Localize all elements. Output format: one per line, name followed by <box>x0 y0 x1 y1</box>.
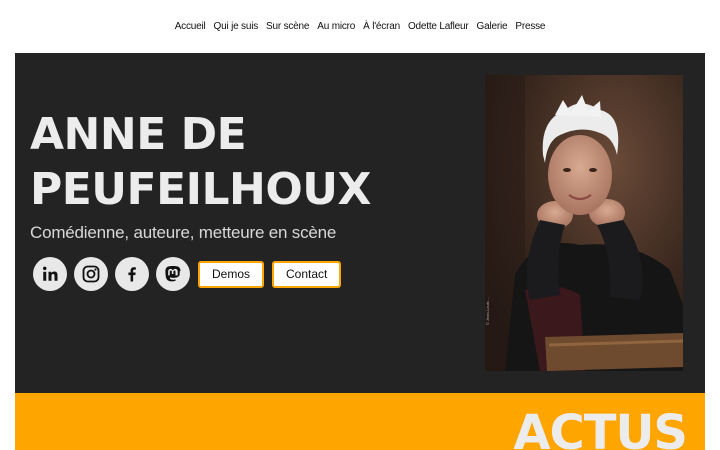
top-navigation: Accueil Qui je suis Sur scène Au micro À… <box>0 0 720 53</box>
nav-item-sur-scene[interactable]: Sur scène <box>266 21 309 32</box>
hero-section: ANNE DE PEUFEILHOUX Comédienne, auteure,… <box>15 53 705 393</box>
nav-item-accueil[interactable]: Accueil <box>175 21 206 32</box>
instagram-link[interactable] <box>74 257 108 291</box>
news-section: ACTUS <box>15 393 705 450</box>
page-title: ANNE DE PEUFEILHOUX <box>30 109 371 215</box>
demos-button[interactable]: Demos <box>198 260 265 288</box>
news-title: ACTUS <box>513 405 688 450</box>
photo-credit: © Jean-Louis ... <box>485 296 490 325</box>
contact-button[interactable]: Contact <box>272 260 342 288</box>
nav-item-au-micro[interactable]: Au micro <box>317 21 355 32</box>
linkedin-icon <box>43 266 58 281</box>
nav-item-a-l-ecran[interactable]: À l'écran <box>363 21 400 32</box>
mastodon-link[interactable] <box>156 257 190 291</box>
portrait-photo: © Jean-Louis ... <box>485 75 683 371</box>
nav-item-odette-lafleur[interactable]: Odette Lafleur <box>408 21 469 32</box>
nav-item-qui-je-suis[interactable]: Qui je suis <box>214 21 259 32</box>
linkedin-link[interactable] <box>33 257 67 291</box>
portrait-image <box>485 75 683 371</box>
instagram-icon <box>82 265 100 283</box>
hero-subtitle: Comédienne, auteure, metteure en scène <box>30 223 337 242</box>
facebook-icon <box>128 267 136 282</box>
hero-actions: Demos Contact <box>33 257 342 291</box>
nav-item-galerie[interactable]: Galerie <box>477 21 508 32</box>
nav-item-presse[interactable]: Presse <box>515 21 545 32</box>
facebook-link[interactable] <box>115 257 149 291</box>
mastodon-icon <box>165 266 181 282</box>
